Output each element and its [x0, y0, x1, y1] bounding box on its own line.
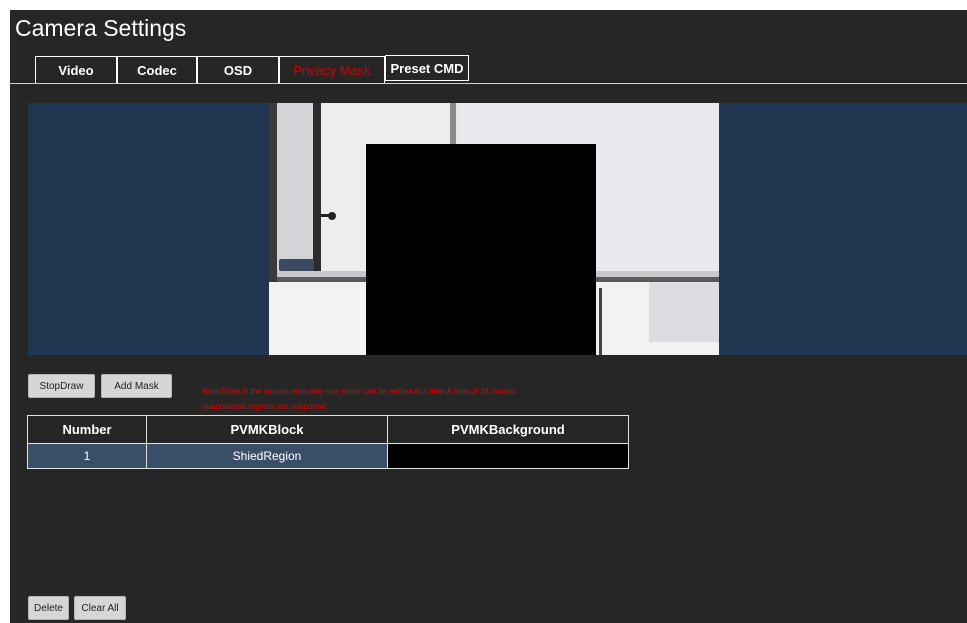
- mask-table: Number PVMKBlock PVMKBackground 1 ShiedR…: [27, 415, 629, 469]
- page-title: Camera Settings: [15, 15, 187, 41]
- add-mask-button[interactable]: Add Mask: [101, 374, 172, 398]
- header-pvmk-block: PVMKBlock: [146, 415, 388, 444]
- cell-number[interactable]: 1: [27, 443, 147, 469]
- video-preview-area[interactable]: [28, 103, 967, 355]
- camera-feed[interactable]: [269, 103, 719, 355]
- tab-preset-cmd[interactable]: Preset CMD: [385, 55, 469, 81]
- privacy-mask-region[interactable]: [366, 144, 596, 355]
- cell-pvmk-block[interactable]: ShiedRegion: [146, 443, 388, 469]
- tab-video[interactable]: Video: [35, 56, 117, 84]
- delete-button[interactable]: Delete: [28, 596, 69, 620]
- tab-codec[interactable]: Codec: [117, 56, 197, 84]
- header-pvmk-background: PVMKBackground: [387, 415, 629, 444]
- drawing-note: Note:Draw in the special area,only one m…: [202, 387, 517, 411]
- tab-divider: [10, 83, 967, 84]
- header-number: Number: [27, 415, 147, 444]
- clear-all-button[interactable]: Clear All: [74, 596, 126, 620]
- camera-settings-panel: Camera Settings Video Codec OSD Privacy …: [10, 10, 967, 623]
- cell-pvmk-background[interactable]: [387, 443, 629, 469]
- table-header-row: Number PVMKBlock PVMKBackground: [27, 415, 629, 444]
- table-row[interactable]: 1 ShiedRegion: [27, 443, 629, 469]
- tab-osd[interactable]: OSD: [197, 56, 279, 84]
- stop-draw-button[interactable]: StopDraw: [28, 374, 95, 398]
- tab-privacy-mask[interactable]: Privacy Mask: [279, 56, 385, 84]
